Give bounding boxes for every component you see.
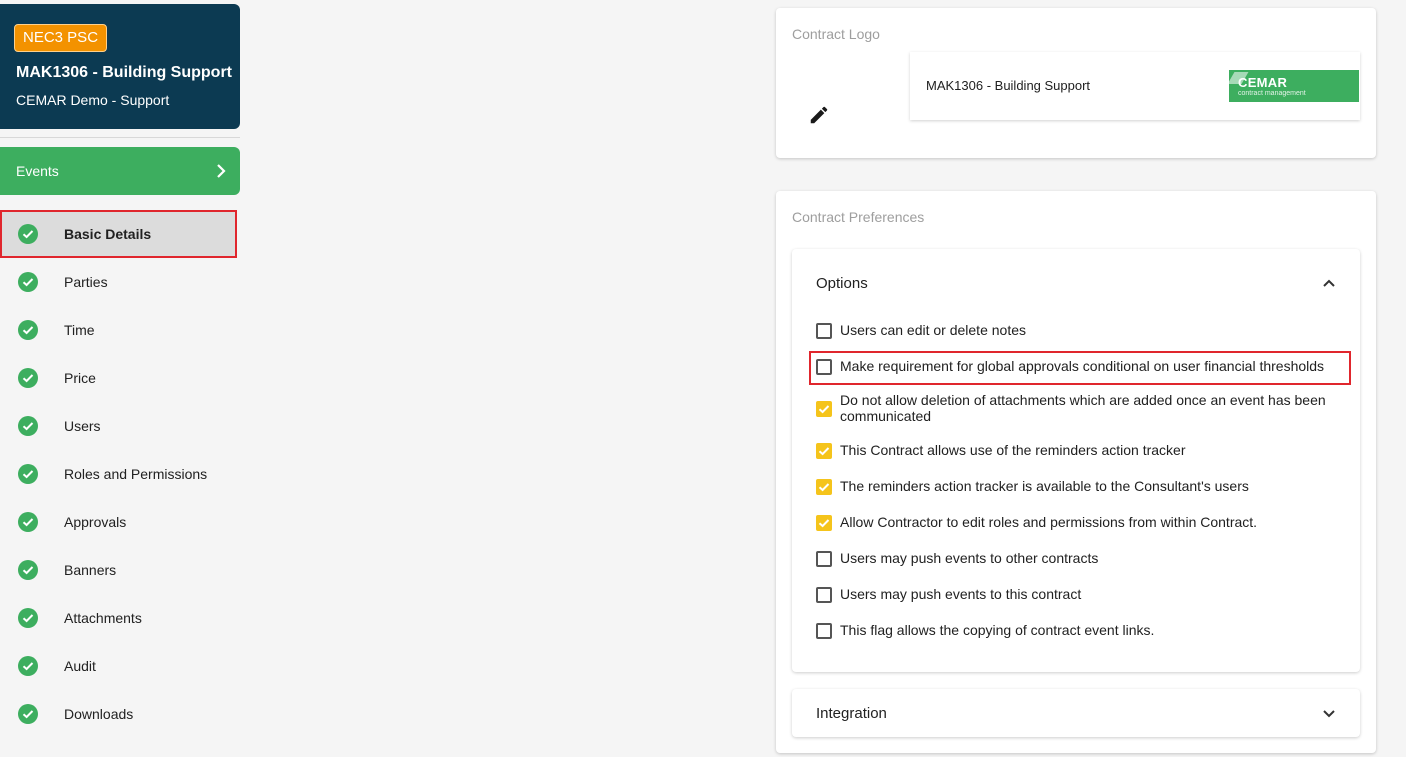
sidebar-item-banners[interactable]: Banners: [0, 546, 240, 594]
check-circle-icon: [18, 656, 38, 676]
cemar-logo: CEMAR contract management: [1227, 70, 1359, 102]
option-label: Make requirement for global approvals co…: [840, 358, 1325, 374]
check-circle-icon: [18, 224, 38, 244]
integration-header-label: Integration: [816, 704, 887, 722]
check-circle-icon: [18, 368, 38, 388]
events-button[interactable]: Events: [0, 147, 240, 195]
sidebar-item-label: Basic Details: [64, 226, 152, 242]
options-accordion: Options Users can edit or delete notes M…: [792, 249, 1360, 672]
chevron-right-icon: [217, 164, 226, 178]
sidebar-item-label: Banners: [64, 562, 117, 578]
check-circle-icon: [18, 608, 38, 628]
sidebar-item-label: Parties: [64, 274, 108, 290]
option-reminders-tracker[interactable]: This Contract allows use of the reminder…: [816, 442, 1336, 459]
sidebar-item-attachments[interactable]: Attachments: [0, 594, 240, 642]
option-contractor-edit-roles[interactable]: Allow Contractor to edit roles and permi…: [816, 514, 1336, 531]
sidebar-item-basic-details[interactable]: Basic Details: [0, 210, 237, 258]
checkbox-unchecked[interactable]: [816, 623, 832, 639]
sidebar-item-roles-and-permissions[interactable]: Roles and Permissions: [0, 450, 240, 498]
sidebar-item-parties[interactable]: Parties: [0, 258, 240, 306]
checkbox-unchecked[interactable]: [816, 323, 832, 339]
option-label: Users may push events to other contracts: [840, 550, 1099, 566]
contract-logo-panel: Contract Logo MAK1306 - Building Support…: [776, 8, 1376, 158]
checkbox-checked[interactable]: [816, 443, 832, 459]
option-push-events-other[interactable]: Users may push events to other contracts: [816, 550, 1336, 567]
sidebar-item-audit[interactable]: Audit: [0, 642, 240, 690]
option-push-events-this[interactable]: Users may push events to this contract: [816, 586, 1336, 603]
sidebar-item-label: Audit: [64, 658, 96, 674]
sidebar-item-label: Approvals: [64, 514, 127, 530]
checkbox-unchecked[interactable]: [816, 359, 832, 375]
check-circle-icon: [18, 704, 38, 724]
check-circle-icon: [18, 416, 38, 436]
check-circle-icon: [18, 512, 38, 532]
sidebar-item-label: Time: [64, 322, 95, 338]
sidebar-item-downloads[interactable]: Downloads: [0, 690, 240, 738]
option-edit-delete-notes[interactable]: Users can edit or delete notes: [816, 322, 1336, 339]
contract-title: MAK1306 - Building Support: [16, 64, 232, 81]
logo-name: CEMAR: [1238, 75, 1288, 90]
check-circle-icon: [18, 320, 38, 340]
chevron-up-icon: [1323, 279, 1335, 287]
contract-preferences-title: Contract Preferences: [792, 209, 925, 225]
checkbox-checked[interactable]: [816, 401, 832, 417]
logo-card-text: MAK1306 - Building Support: [926, 78, 1091, 93]
checkbox-unchecked[interactable]: [816, 551, 832, 567]
contract-card: NEC3 PSC MAK1306 - Building Support CEMA…: [0, 4, 240, 129]
sidebar-item-label: Price: [64, 370, 96, 386]
logo-preview-card: MAK1306 - Building Support CEMAR contrac…: [910, 52, 1360, 120]
sidebar-nav: Basic Details Parties Time Price Users R…: [0, 210, 240, 738]
option-reminders-consultant-users[interactable]: The reminders action tracker is availabl…: [816, 478, 1336, 495]
contract-type-badge: NEC3 PSC: [14, 24, 108, 52]
check-circle-icon: [18, 272, 38, 292]
sidebar-item-approvals[interactable]: Approvals: [0, 498, 240, 546]
sidebar-item-time[interactable]: Time: [0, 306, 240, 354]
checkbox-checked[interactable]: [816, 479, 832, 495]
sidebar-item-label: Attachments: [64, 610, 142, 626]
sidebar-item-price[interactable]: Price: [0, 354, 240, 402]
sidebar-item-label: Downloads: [64, 706, 134, 722]
option-label: Allow Contractor to edit roles and permi…: [840, 514, 1258, 530]
chevron-down-icon: [1323, 710, 1335, 718]
option-copy-event-links[interactable]: This flag allows the copying of contract…: [816, 622, 1336, 639]
checkbox-unchecked[interactable]: [816, 587, 832, 603]
options-accordion-header[interactable]: Options: [816, 273, 1336, 293]
pencil-icon[interactable]: [808, 104, 830, 126]
contract-preferences-panel: Contract Preferences Options Users can e…: [776, 191, 1376, 753]
events-label: Events: [16, 163, 59, 179]
option-label: Users may push events to this contract: [840, 586, 1082, 602]
check-circle-icon: [18, 560, 38, 580]
option-global-approvals-thresholds[interactable]: Make requirement for global approvals co…: [816, 358, 1336, 375]
contract-logo-title: Contract Logo: [792, 26, 880, 42]
sidebar-item-label: Users: [64, 418, 101, 434]
integration-accordion-header[interactable]: Integration: [816, 703, 1336, 723]
integration-accordion: Integration: [792, 689, 1360, 737]
checkbox-checked[interactable]: [816, 515, 832, 531]
option-no-delete-attachments[interactable]: Do not allow deletion of attachments whi…: [816, 392, 1336, 424]
option-label: The reminders action tracker is availabl…: [840, 478, 1249, 494]
logo-tagline: contract management: [1238, 90, 1306, 97]
option-label: This flag allows the copying of contract…: [840, 622, 1155, 638]
page: NEC3 PSC MAK1306 - Building Support CEMA…: [0, 0, 1406, 757]
contract-subtitle: CEMAR Demo - Support: [16, 92, 170, 108]
sidebar-item-label: Roles and Permissions: [64, 466, 208, 482]
option-label: This Contract allows use of the reminder…: [840, 442, 1186, 458]
options-header-label: Options: [816, 274, 868, 292]
sidebar-divider: [0, 137, 240, 138]
sidebar-item-users[interactable]: Users: [0, 402, 240, 450]
option-label: Users can edit or delete notes: [840, 322, 1026, 338]
check-circle-icon: [18, 464, 38, 484]
option-label: Do not allow deletion of attachments whi…: [840, 392, 1326, 424]
